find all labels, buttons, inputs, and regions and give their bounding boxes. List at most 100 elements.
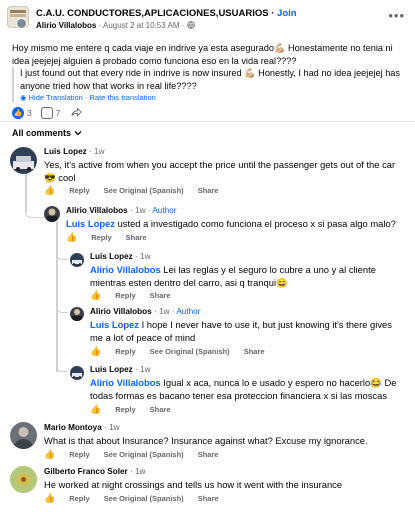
avatar[interactable] <box>44 206 60 222</box>
like-icon[interactable]: 👍 <box>44 449 55 460</box>
comment: Mario Montoya · 1w What is that about In… <box>44 423 406 447</box>
comment-header: Mario Montoya · 1w <box>44 423 406 432</box>
post-date[interactable]: · August 2 at 10:53 AM · <box>96 21 186 30</box>
rate-translation-link[interactable]: Rate this translation <box>90 93 156 102</box>
comment-text: Luis Lopez I hope I never have to use it… <box>90 318 406 344</box>
divider <box>0 121 415 122</box>
mention-link[interactable]: Alirio Villalobos <box>90 377 161 388</box>
see-original-button[interactable]: See Original (Spanish) <box>150 347 230 356</box>
translation-links: ◉ Hide Translation · Rate this translati… <box>20 93 404 102</box>
share-button[interactable]: Share <box>198 186 219 195</box>
engagement-counts: 👍 3 7 <box>12 106 83 120</box>
join-button[interactable]: Join <box>277 8 297 19</box>
comment-body: usted a investigado como funciona el pro… <box>114 218 396 229</box>
globe-icon <box>186 21 195 30</box>
reply-button[interactable]: Reply <box>69 186 89 195</box>
like-icon[interactable]: 👍 <box>90 290 101 301</box>
comment-actions: 👍 Reply Share <box>66 232 147 243</box>
comment-actions: 👍 Reply See Original (Spanish) Share <box>44 449 219 460</box>
comment-text: Alirio Villalobos Igual x aca, nunca lo … <box>90 376 406 402</box>
comment-time[interactable]: 1w <box>140 252 150 261</box>
comment-time[interactable]: 1w <box>135 206 145 215</box>
author-name[interactable]: Alirio Villalobos <box>36 21 96 30</box>
avatar[interactable] <box>10 466 37 493</box>
mention-link[interactable]: Alirio Villalobos <box>90 264 161 275</box>
group-name[interactable]: C.A.U. CONDUCTORES,APLICACIONES,USUARIOS <box>36 8 269 19</box>
comment-header: Gilberto Franco Soler · 1w <box>44 467 406 476</box>
thread-line <box>56 222 58 372</box>
post-meta: Alirio Villalobos · August 2 at 10:53 AM… <box>36 21 195 30</box>
avatar[interactable] <box>10 147 37 174</box>
author-avatar[interactable] <box>16 18 27 29</box>
comment-time[interactable]: 1w <box>109 423 119 432</box>
thread-line <box>56 252 68 260</box>
translation-text: I just found out that every ride in indr… <box>20 68 401 91</box>
thread-line <box>56 305 68 313</box>
commenter-name[interactable]: Luis Lopez <box>44 147 87 156</box>
share-button[interactable]: Share <box>150 405 171 414</box>
separator: · <box>127 206 136 215</box>
reply-button[interactable]: Reply <box>69 450 89 459</box>
separator: · <box>268 8 278 19</box>
comment-text: He worked at night crossings and tells u… <box>44 479 343 490</box>
like-icon[interactable]: 👍 <box>90 404 101 415</box>
comment-actions: 👍 Reply See Original (Spanish) Share <box>44 493 219 504</box>
share-button[interactable]: Share <box>198 450 219 459</box>
see-original-button[interactable]: See Original (Spanish) <box>104 450 184 459</box>
author-badge: Author <box>152 206 177 215</box>
thread-line <box>56 364 68 372</box>
reaction-count[interactable]: 3 <box>27 108 32 118</box>
comment-time[interactable]: 1w <box>159 307 169 316</box>
commenter-name[interactable]: Mario Montoya <box>44 423 102 432</box>
separator: · <box>151 307 160 316</box>
avatar[interactable] <box>70 253 84 267</box>
translation-box: I just found out that every ride in indr… <box>12 67 404 102</box>
hide-translation-link[interactable]: Hide Translation <box>29 93 83 102</box>
share-button[interactable]: Share <box>126 233 147 242</box>
comment-time[interactable]: 1w <box>94 147 104 156</box>
comment-time[interactable]: 1w <box>140 365 150 374</box>
avatar[interactable] <box>70 307 84 321</box>
reply-button[interactable]: Reply <box>115 347 135 356</box>
share-button[interactable]: Share <box>244 347 265 356</box>
like-icon[interactable]: 👍 <box>44 493 55 504</box>
comment-header: Luis Lopez · 1w <box>90 252 406 261</box>
commenter-name[interactable]: Alirio Villalobos <box>90 307 152 316</box>
more-options-icon[interactable]: ••• <box>388 8 405 23</box>
comment-icon[interactable] <box>40 107 53 119</box>
mention-link[interactable]: Luis Lopez <box>66 218 115 229</box>
thread-line <box>25 172 27 212</box>
commenter-name[interactable]: Luis Lopez <box>90 252 133 261</box>
comment-header: Luis Lopez · 1w <box>90 365 406 374</box>
see-original-button[interactable]: See Original (Spanish) <box>104 186 184 195</box>
comment-header: Alirio Villalobos · 1w · Author <box>66 206 406 215</box>
like-icon[interactable]: 👍 <box>66 232 77 243</box>
reply-button[interactable]: Reply <box>115 291 135 300</box>
commenter-name[interactable]: Alirio Villalobos <box>66 206 128 215</box>
avatar[interactable] <box>70 366 84 380</box>
reply-button[interactable]: Reply <box>91 233 111 242</box>
separator: · <box>82 93 90 102</box>
comment-time[interactable]: 1w <box>135 467 145 476</box>
share-button[interactable]: Share <box>150 291 171 300</box>
post-text: Hoy mismo me entere q cada viaje en indr… <box>12 43 393 66</box>
reply-button[interactable]: Reply <box>115 405 135 414</box>
like-reaction-icon[interactable]: 👍 <box>12 107 24 119</box>
like-icon[interactable]: 👍 <box>90 346 101 357</box>
avatar[interactable] <box>10 422 37 449</box>
share-button[interactable]: Share <box>198 494 219 503</box>
reply-button[interactable]: Reply <box>69 494 89 503</box>
comment-sort-dropdown[interactable]: All comments <box>12 128 82 138</box>
comment-actions: 👍 Reply See Original (Spanish) Share <box>90 346 265 357</box>
commenter-name[interactable]: Luis Lopez <box>90 365 133 374</box>
commenter-name[interactable]: Gilberto Franco Soler <box>44 467 128 476</box>
comment: Alirio Villalobos · 1w · Author Luis Lop… <box>90 307 406 344</box>
share-icon[interactable] <box>71 107 83 119</box>
like-icon[interactable]: 👍 <box>44 185 55 196</box>
mention-link[interactable]: Luis Lopez <box>90 319 139 330</box>
comment-count[interactable]: 7 <box>56 108 61 118</box>
see-original-button[interactable]: See Original (Spanish) <box>104 494 184 503</box>
comment-text: Alirio Villalobos Lei las reglas y el se… <box>90 263 406 289</box>
separator: · <box>132 252 141 261</box>
comment: Gilberto Franco Soler · 1w He worked at … <box>44 467 406 491</box>
